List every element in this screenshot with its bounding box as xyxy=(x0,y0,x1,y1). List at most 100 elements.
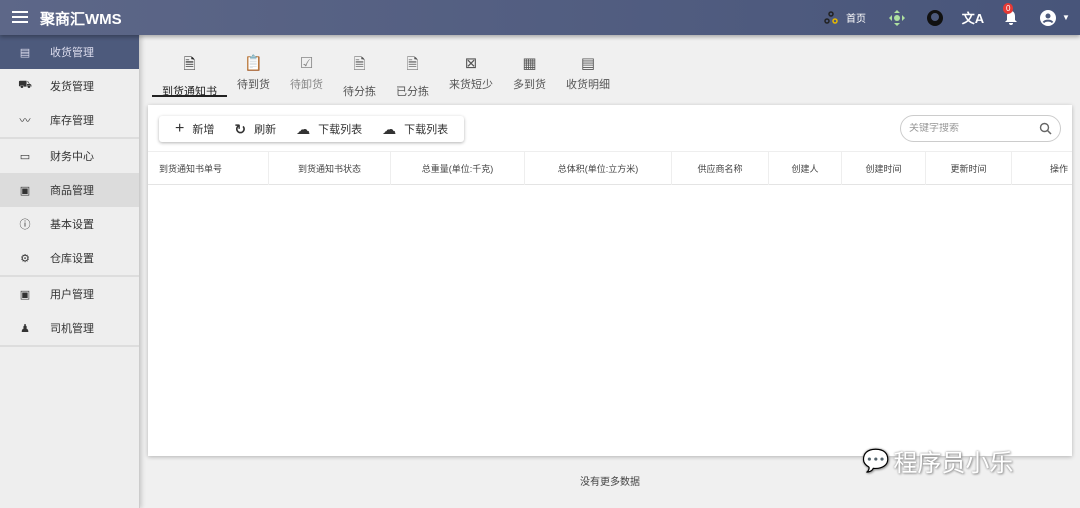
sidebar-item-label: 收货管理 xyxy=(50,47,94,59)
column-header[interactable]: 更新时间 xyxy=(926,152,1012,185)
sidebar-item-finance[interactable]: ▭ 财务中心 xyxy=(0,139,139,173)
refresh-icon: ↻ xyxy=(234,120,247,137)
sidebar-item-inventory[interactable]: 〰 库存管理 xyxy=(0,103,139,137)
toolbar: + 新增 ↻ 刷新 ☁ 下载列表 ☁ 下载列表 xyxy=(159,116,464,142)
column-header[interactable]: 到货通知书单号 xyxy=(148,152,269,185)
chevron-down-icon: ▼ xyxy=(1062,13,1070,22)
tab-label: 收货明细 xyxy=(566,79,610,91)
tab-shortage[interactable]: ⊠ 来货短少 xyxy=(439,50,503,97)
tab-label: 待卸货 xyxy=(290,79,323,91)
document-list-icon: 🗎 xyxy=(406,56,419,73)
account-menu[interactable]: ▼ xyxy=(1030,0,1080,35)
tab-label: 待到货 xyxy=(237,79,270,91)
translate-button[interactable]: 文A xyxy=(954,0,992,35)
add-label: 新增 xyxy=(192,124,215,136)
column-header[interactable]: 到货通知书状态 xyxy=(269,152,391,185)
sidebar-item-users[interactable]: ▣ 用户管理 xyxy=(0,277,139,311)
sidebar-item-basic-settings[interactable]: ⓘ 基本设置 xyxy=(0,207,139,241)
plus-icon: + xyxy=(175,120,185,137)
tab-label: 到货通知书 xyxy=(162,86,217,98)
sidebar-item-products[interactable]: ▣ 商品管理 xyxy=(0,173,139,207)
download-label: 下载列表 xyxy=(318,124,363,136)
devices-icon: ▭ xyxy=(19,150,31,163)
menu-icon[interactable] xyxy=(12,9,28,25)
download-list-button[interactable]: ☁ 下载列表 xyxy=(286,121,372,138)
tab-label: 来货短少 xyxy=(449,79,493,91)
add-button[interactable]: + 新增 xyxy=(165,120,224,138)
sidebar-item-label: 财务中心 xyxy=(50,151,94,163)
watermark: 💬 程序员小乐 xyxy=(862,443,1013,478)
column-header[interactable]: 总体积(单位:立方米) xyxy=(525,152,672,185)
sidebar-item-label: 基本设置 xyxy=(50,219,94,231)
tab-pending-arrival[interactable]: 📋 待到货 xyxy=(227,50,280,97)
tab-pending-sort[interactable]: 🗎 待分拣 xyxy=(333,50,386,98)
receipt-icon: ▤ xyxy=(19,46,31,59)
tab-label: 已分拣 xyxy=(396,86,429,98)
tab-receipt-details[interactable]: ▤ 收货明细 xyxy=(556,50,620,97)
column-header[interactable]: 供应商名称 xyxy=(672,152,769,185)
box-check-icon: ☑ xyxy=(299,55,314,72)
gear-icon: ⚙ xyxy=(20,252,30,265)
move-icon xyxy=(889,9,905,26)
tab-label: 待分拣 xyxy=(343,86,376,98)
cloud-download-icon: ☁ xyxy=(382,120,397,137)
home-network-icon xyxy=(824,10,838,24)
refresh-label: 刷新 xyxy=(254,124,277,136)
truck-icon: ⛟ xyxy=(18,79,32,91)
document-icon: 🗎 xyxy=(183,56,196,73)
user-badge-icon: ▣ xyxy=(19,288,31,301)
github-icon xyxy=(927,9,943,26)
box-x-icon: ⊠ xyxy=(464,55,478,72)
product-icon: ▣ xyxy=(19,184,31,197)
driver-icon: ♟ xyxy=(20,322,30,335)
column-header: 操作 xyxy=(1049,164,1068,174)
search-box xyxy=(900,115,1061,142)
document-arrow-icon: 🗎 xyxy=(353,56,366,73)
search-input[interactable] xyxy=(909,123,1039,134)
column-header[interactable]: 总重量(单位:千克) xyxy=(391,152,525,185)
tab-arrival-notice[interactable]: 🗎 到货通知书 xyxy=(152,50,227,98)
info-icon: ⓘ xyxy=(19,219,31,231)
column-header[interactable]: 创建人 xyxy=(769,152,842,185)
sidebar-item-warehouse-settings[interactable]: ⚙ 仓库设置 xyxy=(0,241,139,275)
download-list-button-2[interactable]: ☁ 下载列表 xyxy=(372,121,458,138)
sidebar-item-label: 司机管理 xyxy=(50,323,94,335)
list-icon: ▤ xyxy=(580,55,596,72)
github-button[interactable] xyxy=(916,0,954,35)
cloud-download-icon: ☁ xyxy=(296,120,311,137)
sidebar-item-drivers[interactable]: ♟ 司机管理 xyxy=(0,311,139,345)
sidebar-item-label: 商品管理 xyxy=(50,185,94,197)
home-label: 首页 xyxy=(846,14,866,25)
app-title: 聚商汇WMS xyxy=(40,11,122,28)
account-icon xyxy=(1040,9,1057,26)
tab-pending-unload[interactable]: ☑ 待卸货 xyxy=(280,50,333,97)
column-header[interactable]: 创建时间 xyxy=(842,152,926,185)
boxes-icon: ▦ xyxy=(522,55,537,72)
table-header: 到货通知书单号 到货通知书状态 总重量(单位:千克) 总体积(单位:立方米) 供… xyxy=(148,151,1072,185)
home-link[interactable]: 首页 xyxy=(812,0,878,35)
sidebar-item-shipping[interactable]: ⛟ 发货管理 xyxy=(0,69,139,103)
no-more-data: 没有更多数据 xyxy=(580,477,640,488)
sidebar-item-receiving[interactable]: ▤ 收货管理 xyxy=(0,35,139,69)
tab-label: 多到货 xyxy=(513,79,546,91)
clipboard-icon: 📋 xyxy=(244,55,263,72)
search-icon[interactable] xyxy=(1039,122,1052,135)
refresh-button[interactable]: ↻ 刷新 xyxy=(224,121,286,138)
table-card: + 新增 ↻ 刷新 ☁ 下载列表 ☁ 下载列表 到货通知书单号 到货通知书状态 总重量(… xyxy=(148,105,1072,456)
wechat-icon: 💬 xyxy=(862,447,890,473)
sidebar-item-label: 用户管理 xyxy=(50,289,94,301)
sidebar: ▤ 收货管理 ⛟ 发货管理 〰 库存管理 ▭ 财务中心 ▣ 商品管理 ⓘ 基本设置 ⚙ 仓库设… xyxy=(0,35,140,508)
tab-overage[interactable]: ▦ 多到货 xyxy=(503,50,556,97)
receiving-tabs: 🗎 到货通知书 📋 待到货 ☑ 待卸货 🗎 待分拣 🗎 已分拣 ⊠ 来货短少 ▦ 多到货 ▤ 收… xyxy=(152,50,620,98)
download-label: 下载列表 xyxy=(404,124,449,136)
app-header: 聚商汇WMS 首页 文A 0 ▼ xyxy=(0,0,1080,35)
translate-icon: 文A xyxy=(961,11,985,26)
move-button[interactable] xyxy=(878,0,916,35)
tab-sorted[interactable]: 🗎 已分拣 xyxy=(386,50,439,98)
sidebar-item-label: 库存管理 xyxy=(50,115,94,127)
notifications-button[interactable]: 0 xyxy=(992,0,1030,35)
trend-icon: 〰 xyxy=(19,115,31,127)
sidebar-item-label: 仓库设置 xyxy=(50,253,94,265)
sidebar-item-label: 发货管理 xyxy=(50,81,94,93)
watermark-text: 程序员小乐 xyxy=(893,450,1014,477)
